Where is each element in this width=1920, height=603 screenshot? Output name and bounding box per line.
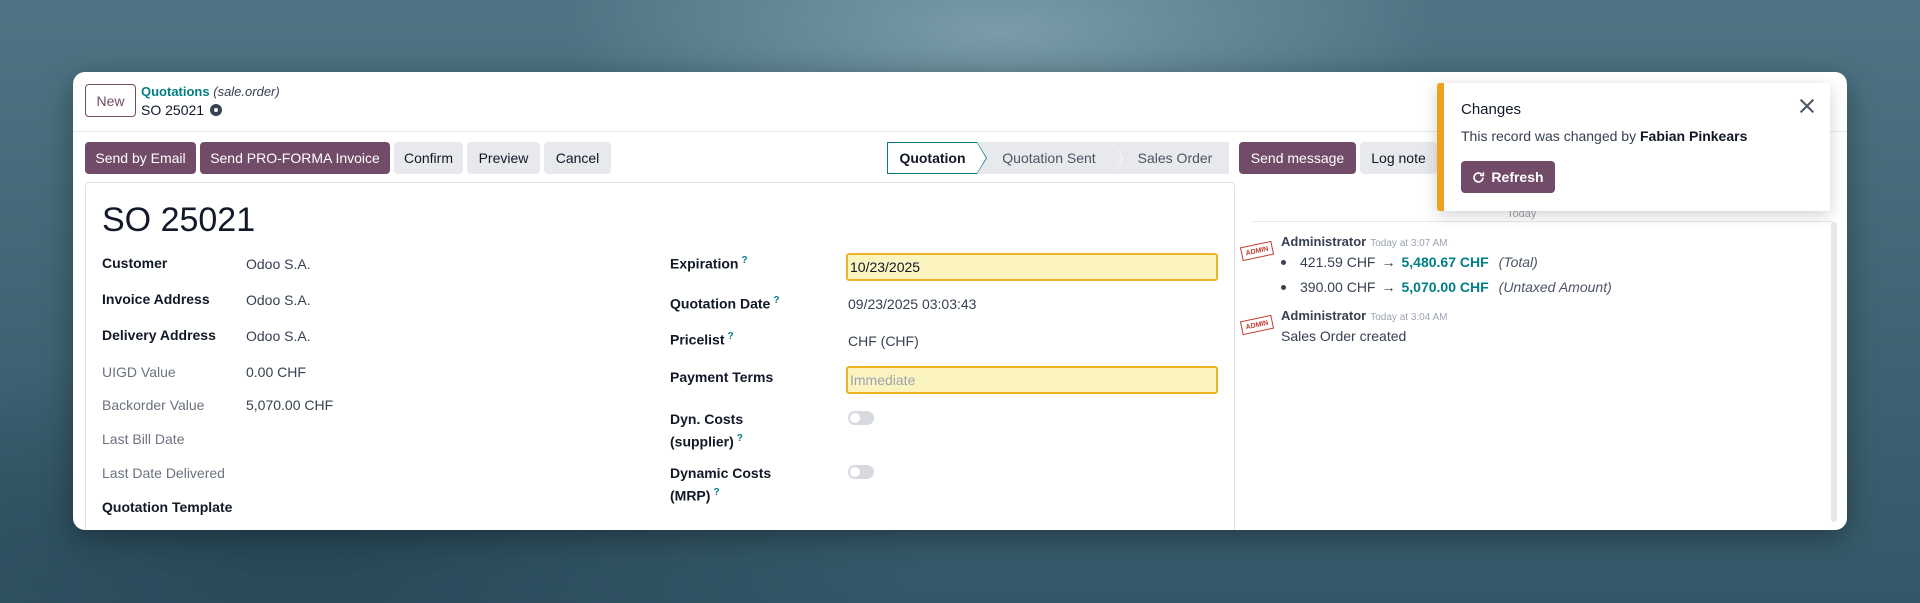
delivery-address-label: Delivery Address — [102, 327, 216, 343]
old-value: 390.00 CHF — [1300, 279, 1376, 295]
customer-value[interactable]: Odoo S.A. — [246, 256, 311, 272]
pricelist-label: Pricelist? — [670, 331, 734, 348]
help-icon[interactable]: ? — [737, 433, 743, 444]
tracked-field: (Total) — [1498, 254, 1538, 270]
uigd-value: 0.00 CHF — [246, 364, 306, 380]
notification-body: This record was changed by Fabian Pinkea… — [1461, 128, 1747, 144]
expiration-label: Expiration? — [670, 255, 748, 272]
breadcrumb-model: (sale.order) — [213, 84, 280, 99]
record-name: SO 25021 — [141, 102, 205, 118]
invoice-address-label: Invoice Address — [102, 291, 210, 307]
changes-notification: Changes This record was changed by Fabia… — [1437, 83, 1830, 211]
help-icon[interactable]: ? — [727, 331, 733, 342]
quotation-date-value[interactable]: 09/23/2025 03:03:43 — [848, 296, 976, 312]
dynamic-costs-label-line1: Dynamic Costs — [670, 465, 772, 481]
bullet-icon — [1281, 284, 1286, 290]
breadcrumb: Quotations (sale.order) — [141, 84, 280, 99]
preview-button[interactable]: Preview — [467, 142, 540, 174]
last-date-delivered-label: Last Date Delivered — [102, 465, 225, 481]
notification-title: Changes — [1461, 101, 1522, 118]
notification-body-text: This record was changed by — [1461, 128, 1637, 144]
delivery-address-value[interactable]: Odoo S.A. — [246, 328, 311, 344]
admin-avatar[interactable]: ADMIN — [1239, 240, 1275, 262]
send-by-email-button[interactable]: Send by Email — [85, 142, 196, 174]
confirm-button[interactable]: Confirm — [394, 142, 463, 174]
dyn-costs-label-line1: Dyn. Costs — [670, 411, 744, 427]
send-proforma-button[interactable]: Send PRO-FORMA Invoice — [200, 142, 390, 174]
bullet-icon — [1281, 259, 1286, 265]
gear-icon[interactable] — [210, 104, 223, 116]
help-icon[interactable]: ? — [773, 295, 779, 306]
tracked-field: (Untaxed Amount) — [1498, 279, 1612, 295]
message-body: Sales Order created — [1281, 328, 1407, 344]
expiration-label-text: Expiration — [670, 255, 739, 272]
new-value: 5,480.67 CHF — [1401, 254, 1489, 270]
quotation-date-label-text: Quotation Date — [670, 295, 771, 312]
last-bill-date-label: Last Bill Date — [102, 431, 185, 447]
dyn-costs-supplier-toggle[interactable] — [848, 411, 874, 425]
help-icon[interactable]: ? — [741, 255, 747, 266]
pricelist-label-text: Pricelist — [670, 331, 725, 348]
customer-label: Customer — [102, 255, 168, 271]
send-message-button[interactable]: Send message — [1239, 142, 1356, 174]
old-value: 421.59 CHF — [1300, 254, 1376, 270]
pricelist-value[interactable]: CHF (CHF) — [848, 333, 919, 349]
dyn-costs-label-line2: (supplier) — [670, 433, 734, 450]
arrow-icon: → — [1381, 279, 1396, 295]
dynamic-costs-label-line2: (MRP) — [670, 487, 711, 504]
author-name[interactable]: Administrator — [1281, 308, 1366, 323]
quotation-template-label: Quotation Template — [102, 499, 233, 515]
cancel-button[interactable]: Cancel — [544, 142, 611, 174]
status-sales-order[interactable]: Sales Order — [1113, 142, 1229, 174]
help-icon[interactable]: ? — [713, 487, 719, 498]
new-value: 5,070.00 CHF — [1401, 279, 1489, 295]
backorder-value-label: Backorder Value — [102, 397, 205, 413]
dynamic-costs-mrp-label: Dynamic Costs (MRP)? — [670, 463, 771, 506]
dyn-costs-supplier-label: Dyn. Costs (supplier)? — [670, 409, 743, 452]
payment-terms-label: Payment Terms — [670, 369, 774, 385]
refresh-icon — [1473, 171, 1485, 183]
uigd-value-label: UIGD Value — [102, 364, 176, 380]
dynamic-costs-mrp-toggle[interactable] — [848, 465, 874, 479]
expiration-input[interactable]: 10/23/2025 — [846, 253, 1218, 281]
backorder-value: 5,070.00 CHF — [246, 397, 334, 413]
notification-user: Fabian Pinkears — [1639, 128, 1748, 144]
log-note-button[interactable]: Log note — [1360, 142, 1437, 174]
document-title: SO 25021 — [102, 201, 256, 239]
status-quotation-sent[interactable]: Quotation Sent — [977, 142, 1123, 174]
message-time: Today at 3:04 AM — [1370, 312, 1448, 323]
author-name[interactable]: Administrator — [1281, 234, 1366, 249]
chatter-scrollbar[interactable] — [1831, 222, 1837, 522]
arrow-icon: → — [1381, 254, 1396, 270]
form-sheet: SO 25021 Customer Odoo S.A. Invoice Addr… — [85, 182, 1235, 530]
payment-terms-input[interactable]: Immediate — [846, 366, 1218, 394]
invoice-address-value[interactable]: Odoo S.A. — [246, 292, 311, 308]
breadcrumb-quotations-link[interactable]: Quotations — [141, 84, 210, 99]
status-quotation[interactable]: Quotation — [887, 142, 987, 174]
day-separator-line — [1253, 221, 1833, 222]
quotation-date-label: Quotation Date? — [670, 295, 779, 312]
tracking-total: 421.59 CHF → 5,480.67 CHF (Total) — [1281, 254, 1538, 270]
refresh-button[interactable]: Refresh — [1461, 161, 1555, 193]
message-author: Administrator Today at 3:07 AM — [1281, 234, 1448, 249]
new-button[interactable]: New — [85, 84, 136, 117]
refresh-label: Refresh — [1491, 169, 1544, 185]
tracking-untaxed: 390.00 CHF → 5,070.00 CHF (Untaxed Amoun… — [1281, 279, 1612, 295]
admin-avatar[interactable]: ADMIN — [1239, 314, 1275, 336]
record-title: SO 25021 — [141, 102, 223, 118]
message-time: Today at 3:07 AM — [1370, 238, 1448, 249]
message-author: Administrator Today at 3:04 AM — [1281, 308, 1448, 323]
close-icon[interactable] — [1798, 97, 1816, 115]
